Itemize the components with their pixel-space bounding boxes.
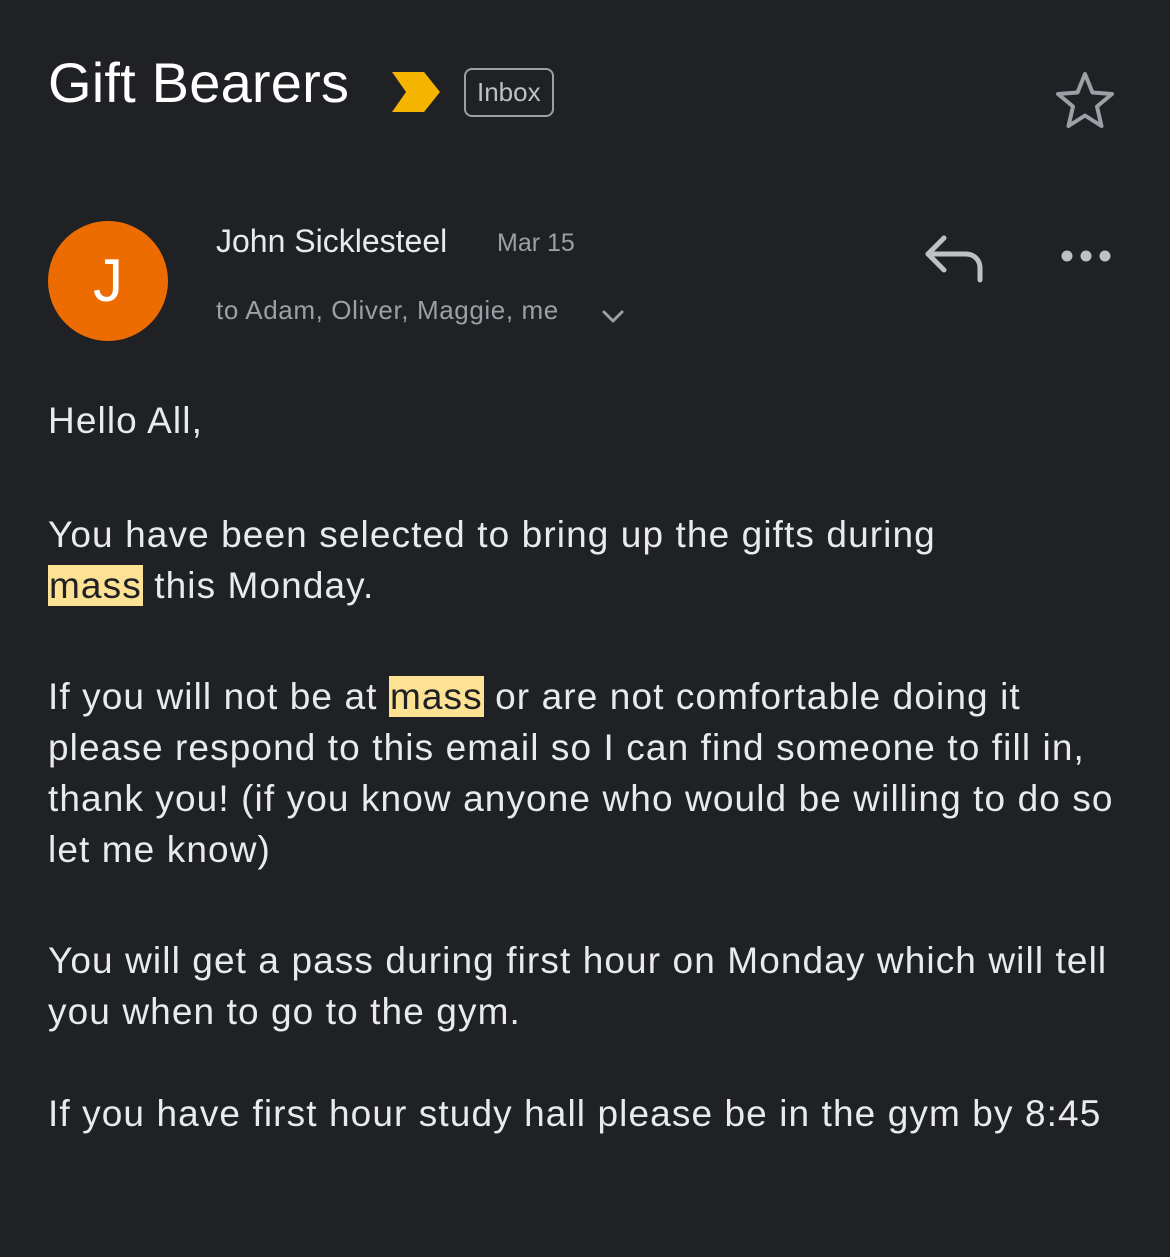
chevron-down-icon[interactable] — [600, 306, 626, 326]
search-highlight: mass — [48, 565, 143, 606]
body-paragraph-1-text-end: this Monday. — [142, 565, 375, 606]
body-paragraph-4: If you have first hour study hall please… — [48, 1093, 1102, 1134]
body-paragraph-2: If you will not be at mass or are not co… — [48, 671, 1128, 875]
email-subject: Gift Bearers — [48, 51, 350, 114]
body-paragraph-2-text: If you will not be at — [48, 676, 389, 717]
email-view: Gift Bearers Inbox J John Sicklesteel Ma… — [0, 0, 1170, 1257]
search-highlight: mass — [388, 676, 484, 717]
body-greeting: Hello All, — [48, 400, 203, 441]
inbox-label[interactable]: Inbox — [464, 68, 554, 117]
star-icon[interactable] — [1052, 68, 1118, 134]
email-date: Mar 15 — [497, 229, 575, 257]
sender-name: John Sicklesteel — [216, 223, 448, 259]
reply-icon[interactable] — [922, 230, 986, 284]
importance-marker-icon[interactable] — [390, 70, 442, 114]
body-paragraph-1: You have been selected to bring up the g… — [48, 509, 1128, 611]
avatar[interactable]: J — [48, 221, 168, 341]
body-paragraph-1-text: You have been selected to bring up the g… — [48, 514, 936, 555]
recipients[interactable]: to Adam, Oliver, Maggie, me — [216, 294, 559, 326]
body-paragraph-3: You will get a pass during first hour on… — [48, 940, 1108, 1032]
more-horizontal-icon[interactable] — [1058, 242, 1114, 270]
